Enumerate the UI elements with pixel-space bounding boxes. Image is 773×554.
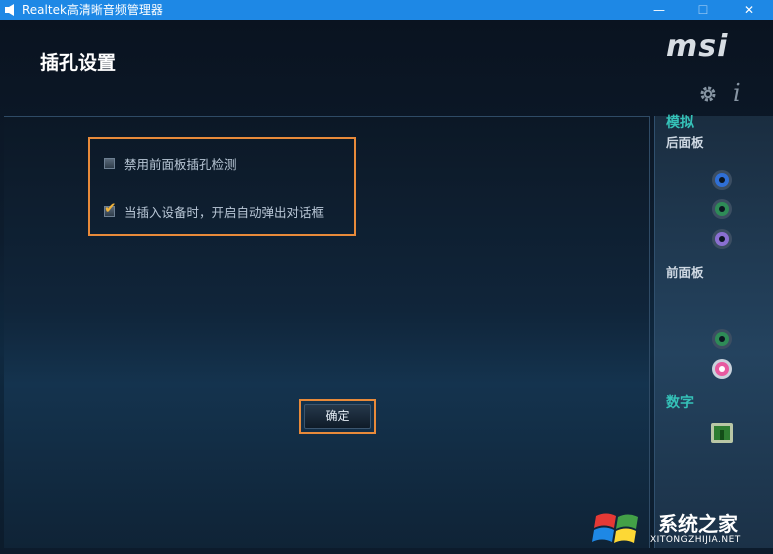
close-button[interactable]: ✕ <box>727 0 771 20</box>
title-bar: Realtek高清晰音频管理器 — ☐ ✕ <box>0 0 773 20</box>
main-area: 插孔设置 msi i 模拟 后面板 前面板 数字 <box>0 20 773 554</box>
speaker-icon <box>5 4 14 16</box>
rear-panel-label: 后面板 <box>666 135 704 150</box>
green-jack-icon[interactable] <box>711 198 733 220</box>
msi-logo: msi <box>666 29 729 64</box>
ok-button[interactable]: 确定 <box>304 404 371 429</box>
analog-heading: 模拟 <box>666 115 694 131</box>
minimize-button[interactable]: — <box>637 0 681 20</box>
digital-heading: 数字 <box>666 395 694 411</box>
watermark-url: XITONGZHIJIA.NET <box>650 535 741 545</box>
digital-port-icon[interactable] <box>710 422 734 444</box>
windows-logo-icon <box>592 513 638 543</box>
auto-popup-dialog-option[interactable]: ✔ 当插入设备时，开启自动弹出对话框 <box>104 200 325 221</box>
disable-front-jack-detection-label: 禁用前面板插孔检测 <box>124 156 237 172</box>
window-title: Realtek高清晰音频管理器 <box>22 3 163 17</box>
watermark: 系统之家 XITONGZHIJIA.NET <box>590 498 770 550</box>
checkmark-icon: ✔ <box>104 198 117 217</box>
watermark-text: 系统之家 <box>658 512 738 536</box>
maximize-button[interactable]: ☐ <box>681 0 725 20</box>
purple-jack-icon[interactable] <box>711 228 733 250</box>
jack-options-group: 禁用前面板插孔检测 ✔ 当插入设备时，开启自动弹出对话框 <box>88 137 356 236</box>
auto-popup-dialog-label: 当插入设备时，开启自动弹出对话框 <box>124 204 325 220</box>
auto-popup-dialog-checkbox[interactable]: ✔ <box>104 200 117 217</box>
blue-jack-icon[interactable] <box>711 169 733 191</box>
pink-jack-icon[interactable] <box>711 358 733 380</box>
green-jack-icon[interactable] <box>711 328 733 350</box>
front-panel-label: 前面板 <box>666 265 704 280</box>
page-title: 插孔设置 <box>40 52 117 74</box>
disable-front-jack-detection-checkbox[interactable] <box>104 157 115 169</box>
gear-icon[interactable] <box>699 85 717 103</box>
info-icon[interactable]: i <box>733 80 741 106</box>
ok-button-highlight: 确定 <box>299 399 376 434</box>
disable-front-jack-detection-option[interactable]: 禁用前面板插孔检测 <box>104 153 237 173</box>
